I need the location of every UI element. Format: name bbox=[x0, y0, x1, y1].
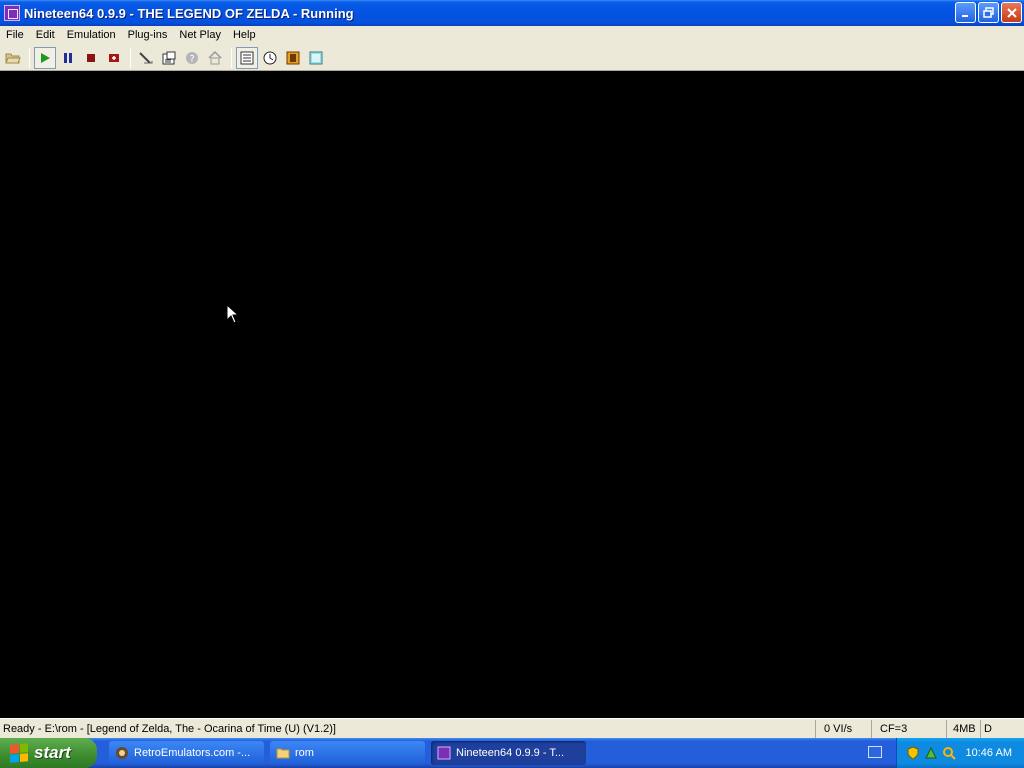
close-button[interactable] bbox=[1001, 2, 1022, 23]
reset-button[interactable] bbox=[103, 47, 125, 69]
home-icon bbox=[208, 50, 222, 64]
nineteen64-icon bbox=[437, 746, 451, 760]
taskbar-item-label: Nineteen64 0.9.9 - T... bbox=[456, 747, 565, 759]
status-memory: 4MB bbox=[947, 719, 981, 738]
close-icon bbox=[1006, 7, 1017, 18]
rom-info-button[interactable] bbox=[158, 47, 180, 69]
menu-bar: File Edit Emulation Plug-ins Net Play He… bbox=[0, 26, 1024, 45]
play-button[interactable] bbox=[34, 46, 56, 69]
help-button[interactable]: ? bbox=[181, 47, 203, 69]
svg-text:?: ? bbox=[190, 54, 195, 65]
taskbar-item-label: RetroEmulators.com -... bbox=[134, 747, 251, 759]
browser-icon bbox=[116, 747, 128, 759]
settings-tool-button[interactable] bbox=[135, 47, 157, 69]
grid-icon bbox=[240, 51, 254, 64]
menu-help[interactable]: Help bbox=[227, 26, 262, 45]
stop-button[interactable] bbox=[80, 47, 102, 69]
wrench-icon bbox=[139, 51, 153, 64]
toolbar: ? bbox=[0, 45, 1024, 71]
stop-icon bbox=[87, 53, 95, 62]
monitor-icon bbox=[309, 51, 323, 64]
taskbar-item-rom-folder[interactable]: rom bbox=[270, 741, 425, 765]
minimize-button[interactable] bbox=[955, 2, 976, 23]
open-rom-button[interactable] bbox=[2, 47, 24, 69]
document-icon bbox=[162, 51, 176, 64]
security-shield-icon[interactable] bbox=[906, 746, 920, 760]
taskbar-item-nineteen64[interactable]: Nineteen64 0.9.9 - T... bbox=[431, 741, 586, 765]
status-cf: CF=3 bbox=[872, 719, 947, 738]
reset-icon bbox=[109, 53, 119, 62]
minimize-icon bbox=[961, 14, 968, 17]
app-icon[interactable] bbox=[4, 5, 20, 21]
menu-file[interactable]: File bbox=[0, 26, 30, 45]
start-button[interactable]: start bbox=[0, 738, 97, 768]
window-title: Nineteen64 0.9.9 - THE LEGEND OF ZELDA -… bbox=[24, 5, 354, 21]
tray-clock[interactable]: 10:46 AM bbox=[966, 747, 1012, 759]
windows-logo-icon bbox=[10, 743, 28, 763]
toolbar-separator bbox=[130, 47, 131, 68]
folder-open-icon bbox=[5, 53, 21, 63]
screenshot-button[interactable] bbox=[305, 47, 327, 69]
search-icon[interactable] bbox=[942, 746, 956, 760]
menu-plug-ins[interactable]: Plug-ins bbox=[122, 26, 174, 45]
film-button[interactable] bbox=[282, 47, 304, 69]
system-tray: 10:46 AM bbox=[896, 738, 1024, 768]
play-icon bbox=[41, 52, 50, 63]
fullscreen-button[interactable] bbox=[236, 46, 258, 69]
question-icon: ? bbox=[186, 51, 198, 65]
menu-emulation[interactable]: Emulation bbox=[61, 26, 122, 45]
taskbar-item-label: rom bbox=[295, 747, 314, 759]
keyboard-language-icon[interactable] bbox=[868, 746, 882, 758]
status-mode: D bbox=[984, 722, 992, 735]
window-controls bbox=[955, 2, 1022, 23]
menu-net-play[interactable]: Net Play bbox=[173, 26, 227, 45]
pause-button[interactable] bbox=[57, 47, 79, 69]
status-vi-rate: 0 VI/s bbox=[816, 719, 872, 738]
network-icon[interactable] bbox=[924, 746, 938, 760]
folder-icon bbox=[276, 748, 290, 759]
film-icon bbox=[286, 51, 300, 64]
toolbar-separator bbox=[231, 47, 232, 68]
clock-button[interactable] bbox=[259, 47, 281, 69]
clock-icon bbox=[263, 51, 277, 64]
toolbar-separator bbox=[29, 47, 30, 68]
emulator-screen[interactable] bbox=[0, 72, 1024, 715]
status-main-text: Ready - E:\rom - [Legend of Zelda, The -… bbox=[0, 719, 816, 738]
menu-edit[interactable]: Edit bbox=[30, 26, 61, 45]
pause-icon bbox=[64, 52, 72, 63]
title-bar[interactable]: Nineteen64 0.9.9 - THE LEGEND OF ZELDA -… bbox=[0, 0, 1024, 26]
status-bar: Ready - E:\rom - [Legend of Zelda, The -… bbox=[0, 718, 1024, 738]
mouse-cursor-icon bbox=[226, 304, 240, 324]
restore-button[interactable] bbox=[978, 2, 999, 23]
home-button[interactable] bbox=[204, 47, 226, 69]
restore-icon bbox=[982, 6, 994, 18]
taskbar-item-retroemulators[interactable]: RetroEmulators.com -... bbox=[109, 741, 264, 765]
start-label: start bbox=[34, 743, 71, 762]
